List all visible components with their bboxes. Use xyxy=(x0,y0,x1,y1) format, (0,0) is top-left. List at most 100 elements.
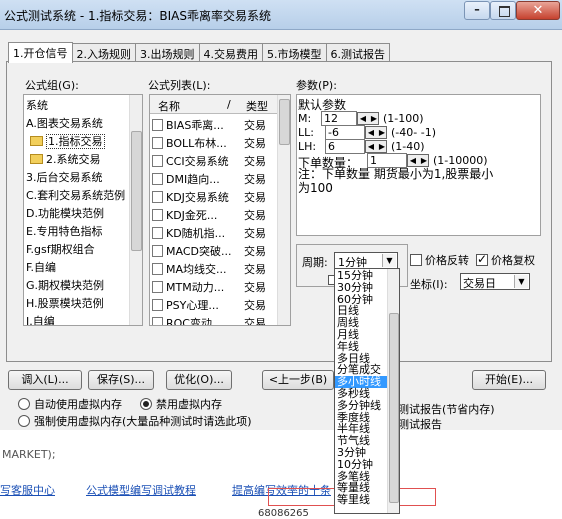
list-item[interactable]: MA均线交... 交易 xyxy=(152,261,280,279)
list-item[interactable]: CCI交易系统 交易 xyxy=(152,153,280,171)
list-item[interactable]: MTM动力... 交易 xyxy=(152,279,280,297)
price-restore-option[interactable]: 价格复权 xyxy=(476,252,535,268)
import-button[interactable]: 调入(L)... xyxy=(8,370,82,390)
period-dropdown-list[interactable]: 15分钟 30分钟 60分钟 日线 周线 月线 年线 多日线 分笔成交 多小时线 多秒线 多分钟线 季度… xyxy=(334,268,400,514)
param-range: (1-100) xyxy=(383,112,424,125)
tree-item[interactable]: 3.后台交易系统 xyxy=(26,169,130,187)
qty-input[interactable]: 1 xyxy=(367,153,407,168)
tree-item[interactable]: C.套利交易系统范例 xyxy=(26,187,130,205)
auto-memory-option[interactable]: 自动使用虚拟内存 xyxy=(18,396,122,412)
tab-strip: 1.开仓信号 2.入场规则 3.出场规则 4.交易费用 5.市场模型 6.测试报告 xyxy=(8,41,390,63)
period-option[interactable]: 年线 xyxy=(335,340,387,353)
formula-group-tree[interactable]: 系统 A.图表交易系统 1.指标交易 2.系统交易 3.后台交易系统 C.套利交… xyxy=(23,94,143,326)
auto-memory-radio[interactable] xyxy=(18,398,30,410)
tree-item[interactable]: A.图表交易系统 xyxy=(26,115,130,133)
price-reverse-checkbox[interactable] xyxy=(410,254,422,266)
period-combo[interactable]: 1分钟 ▼ xyxy=(334,252,398,269)
folder-icon xyxy=(30,154,43,164)
maximize-button[interactable] xyxy=(490,1,516,20)
qty-range: (1-10000) xyxy=(433,154,488,167)
formula-icon xyxy=(152,227,163,239)
period-option[interactable]: 多秒线 xyxy=(335,388,387,400)
dropdown-scrollbar[interactable] xyxy=(387,269,399,513)
formula-icon xyxy=(152,317,163,325)
tab-trade-fees[interactable]: 4.交易费用 xyxy=(198,43,263,62)
param-m-spinner[interactable]: ◀ ▶ xyxy=(357,112,379,125)
force-memory-radio[interactable] xyxy=(18,415,30,427)
tree-scrollbar[interactable] xyxy=(129,95,142,325)
list-header: 名称 / 类型 xyxy=(150,95,280,114)
price-reverse-option[interactable]: 价格反转 xyxy=(410,252,469,268)
tab-market-model[interactable]: 5.市场模型 xyxy=(262,43,327,62)
tree-item[interactable]: G.期权模块范例 xyxy=(26,277,130,295)
tree-item[interactable]: I.自编 xyxy=(26,313,130,325)
tab-test-report[interactable]: 6.测试报告 xyxy=(325,43,390,62)
report-option-1[interactable]: 测试报告(节省内存) xyxy=(398,401,495,417)
coord-combo[interactable]: 交易日 ▼ xyxy=(460,273,530,290)
period-option[interactable]: 10分钟 xyxy=(335,458,387,471)
link-tutorial[interactable]: 公式模型编写调试教程 xyxy=(86,482,196,498)
tree-item[interactable]: F.gsf期权组合 xyxy=(26,241,130,259)
tree-item[interactable]: 2.系统交易 xyxy=(26,151,130,169)
chevron-down-icon[interactable]: ▼ xyxy=(382,254,396,267)
period-option[interactable]: 30分钟 xyxy=(335,281,387,294)
save-button[interactable]: 保存(S)... xyxy=(88,370,154,390)
period-option[interactable]: 月线 xyxy=(335,329,387,341)
param-name: LL: xyxy=(298,126,314,139)
column-name-header[interactable]: 名称 xyxy=(158,98,180,114)
disable-memory-radio[interactable] xyxy=(140,398,152,410)
tree-item[interactable]: E.专用特色指标 xyxy=(26,223,130,241)
folder-icon xyxy=(30,136,43,146)
start-button[interactable]: 开始(E)... xyxy=(472,370,546,390)
list-item[interactable]: BIAS乖离... 交易 xyxy=(152,117,280,135)
param-ll-spinner[interactable]: ◀ ▶ xyxy=(365,126,387,139)
tree-item[interactable]: F.自编 xyxy=(26,259,130,277)
formula-icon xyxy=(152,119,163,131)
link-service-center[interactable]: 写客服中心 xyxy=(0,482,55,498)
formula-icon xyxy=(152,281,163,293)
list-item[interactable]: BOLL布林... 交易 xyxy=(152,135,280,153)
chevron-down-icon[interactable]: ▼ xyxy=(514,275,528,288)
param-lh-spinner[interactable]: ◀ ▶ xyxy=(365,140,387,153)
param-name: LH: xyxy=(298,140,317,153)
coord-label: 坐标(I): xyxy=(410,278,448,291)
force-memory-option[interactable]: 强制使用虚拟内存(大量品种测试时请选此项) xyxy=(18,413,252,429)
tab-open-signal[interactable]: 1.开仓信号 xyxy=(8,42,73,63)
prev-step-button[interactable]: <上一步(B) xyxy=(262,370,334,390)
tab-exit-rules[interactable]: 3.出场规则 xyxy=(135,43,200,62)
param-m-input[interactable]: 12 xyxy=(321,111,357,126)
period-option[interactable]: 等里线 xyxy=(335,494,387,506)
tree-item[interactable]: 系统 xyxy=(26,97,130,115)
qty-spinner[interactable]: ◀ ▶ xyxy=(407,154,429,167)
tab-entry-rules[interactable]: 2.入场规则 xyxy=(71,43,136,62)
list-item[interactable]: PSY心理... 交易 xyxy=(152,297,280,315)
list-item[interactable]: KDJ金死... 交易 xyxy=(152,207,280,225)
list-item[interactable]: KDJ交易系统 交易 xyxy=(152,189,280,207)
list-item[interactable]: KD随机指... 交易 xyxy=(152,225,280,243)
optimize-button[interactable]: 优化(O)... xyxy=(166,370,232,390)
window-title: 公式测试系统 - 1.指标交易：BIAS乖离率交易系统 xyxy=(4,9,272,23)
formula-icon xyxy=(152,191,163,203)
list-scrollbar[interactable] xyxy=(277,95,290,325)
period-option[interactable]: 多分钟线 xyxy=(335,399,387,412)
tree-item[interactable]: D.功能模块范例 xyxy=(26,205,130,223)
disable-memory-option[interactable]: 禁用虚拟内存 xyxy=(140,396,222,412)
tree-item[interactable]: H.股票模块范例 xyxy=(26,295,130,313)
list-item[interactable]: MACD突破... 交易 xyxy=(152,243,280,261)
list-item[interactable]: ROC变动... 交易 xyxy=(152,315,280,325)
period-option[interactable]: 3分钟 xyxy=(335,447,387,459)
column-type-header[interactable]: 类型 xyxy=(246,98,268,114)
params-label: 参数(P): xyxy=(296,79,337,92)
param-ll-input[interactable]: -6 xyxy=(325,125,365,140)
formula-list-label: 公式列表(L): xyxy=(148,79,211,92)
formula-group-label: 公式组(G): xyxy=(25,79,79,92)
param-lh-input[interactable]: 6 xyxy=(325,139,365,154)
minimize-button[interactable]: – xyxy=(464,1,490,20)
formula-list[interactable]: 名称 / 类型 BIAS乖离... 交易 BOLL布林... 交易 CCI交易系统交… xyxy=(149,94,291,326)
list-item[interactable]: DMI趋向... 交易 xyxy=(152,171,280,189)
formula-icon xyxy=(152,263,163,275)
formula-icon xyxy=(152,137,163,149)
tree-item-selected[interactable]: 1.指标交易 xyxy=(26,133,130,151)
close-button[interactable]: ✕ xyxy=(516,1,560,20)
price-restore-checkbox[interactable] xyxy=(476,252,488,266)
